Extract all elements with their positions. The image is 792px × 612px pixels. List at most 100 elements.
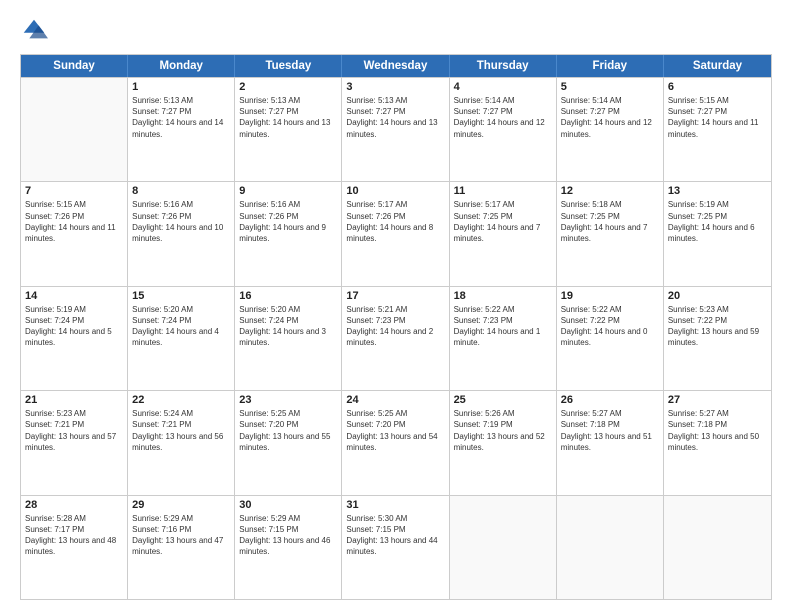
cell-info: Sunrise: 5:16 AMSunset: 7:26 PMDaylight:… <box>132 199 230 244</box>
cell-day-number: 29 <box>132 499 230 511</box>
table-row: 20 Sunrise: 5:23 AMSunset: 7:22 PMDayligh… <box>664 287 771 390</box>
table-row: 16 Sunrise: 5:20 AMSunset: 7:24 PMDayligh… <box>235 287 342 390</box>
cell-day-number: 13 <box>668 185 767 197</box>
cell-info: Sunrise: 5:19 AMSunset: 7:25 PMDaylight:… <box>668 199 767 244</box>
calendar: SundayMondayTuesdayWednesdayThursdayFrid… <box>20 54 772 600</box>
cell-day-number: 17 <box>346 290 444 302</box>
calendar-body: 1 Sunrise: 5:13 AMSunset: 7:27 PMDaylight… <box>21 77 771 599</box>
cell-day-number: 12 <box>561 185 659 197</box>
cell-info: Sunrise: 5:29 AMSunset: 7:16 PMDaylight:… <box>132 513 230 558</box>
cell-day-number: 25 <box>454 394 552 406</box>
table-row: 8Sunrise: 5:16 AMSunset: 7:26 PMDaylight… <box>128 182 235 285</box>
page: SundayMondayTuesdayWednesdayThursdayFrid… <box>0 0 792 612</box>
cell-info: Sunrise: 5:29 AMSunset: 7:15 PMDaylight:… <box>239 513 337 558</box>
cell-day-number: 31 <box>346 499 444 511</box>
table-row: 26Sunrise: 5:27 AMSunset: 7:18 PMDayligh… <box>557 391 664 494</box>
table-row: 6 Sunrise: 5:15 AMSunset: 7:27 PMDaylight… <box>664 78 771 181</box>
calendar-week-2: 7Sunrise: 5:15 AMSunset: 7:26 PMDaylight… <box>21 181 771 285</box>
table-row <box>450 496 557 599</box>
cell-info: Sunrise: 5:13 AMSunset: 7:27 PMDaylight:… <box>239 95 337 140</box>
cell-info: Sunrise: 5:17 AMSunset: 7:26 PMDaylight:… <box>346 199 444 244</box>
table-row: 11 Sunrise: 5:17 AMSunset: 7:25 PMDayligh… <box>450 182 557 285</box>
cell-day-number: 5 <box>561 81 659 93</box>
calendar-week-3: 14 Sunrise: 5:19 AMSunset: 7:24 PMDayligh… <box>21 286 771 390</box>
cell-day-number: 16 <box>239 290 337 302</box>
calendar-week-5: 28 Sunrise: 5:28 AMSunset: 7:17 PMDayligh… <box>21 495 771 599</box>
logo-icon <box>20 16 48 44</box>
cell-day-number: 26 <box>561 394 659 406</box>
cell-day-number: 6 <box>668 81 767 93</box>
cell-info: Sunrise: 5:14 AMSunset: 7:27 PMDaylight:… <box>561 95 659 140</box>
cell-day-number: 23 <box>239 394 337 406</box>
table-row: 31 Sunrise: 5:30 AMSunset: 7:15 PMDayligh… <box>342 496 449 599</box>
table-row: 7Sunrise: 5:15 AMSunset: 7:26 PMDaylight… <box>21 182 128 285</box>
cell-info: Sunrise: 5:20 AMSunset: 7:24 PMDaylight:… <box>132 304 230 349</box>
table-row: 28 Sunrise: 5:28 AMSunset: 7:17 PMDayligh… <box>21 496 128 599</box>
table-row <box>557 496 664 599</box>
cell-day-number: 11 <box>454 185 552 197</box>
table-row: 25 Sunrise: 5:26 AMSunset: 7:19 PMDayligh… <box>450 391 557 494</box>
table-row: 12 Sunrise: 5:18 AMSunset: 7:25 PMDayligh… <box>557 182 664 285</box>
cell-info: Sunrise: 5:16 AMSunset: 7:26 PMDaylight:… <box>239 199 337 244</box>
table-row: 10 Sunrise: 5:17 AMSunset: 7:26 PMDayligh… <box>342 182 449 285</box>
logo <box>20 16 52 44</box>
cell-info: Sunrise: 5:23 AMSunset: 7:22 PMDaylight:… <box>668 304 767 349</box>
cell-info: Sunrise: 5:20 AMSunset: 7:24 PMDaylight:… <box>239 304 337 349</box>
table-row: 3Sunrise: 5:13 AMSunset: 7:27 PMDaylight… <box>342 78 449 181</box>
cell-day-number: 27 <box>668 394 767 406</box>
cell-day-number: 4 <box>454 81 552 93</box>
header-day-saturday: Saturday <box>664 55 771 77</box>
cell-day-number: 2 <box>239 81 337 93</box>
cell-info: Sunrise: 5:25 AMSunset: 7:20 PMDaylight:… <box>239 408 337 453</box>
cell-day-number: 30 <box>239 499 337 511</box>
cell-info: Sunrise: 5:15 AMSunset: 7:27 PMDaylight:… <box>668 95 767 140</box>
table-row: 19 Sunrise: 5:22 AMSunset: 7:22 PMDayligh… <box>557 287 664 390</box>
cell-day-number: 9 <box>239 185 337 197</box>
table-row <box>21 78 128 181</box>
table-row: 22Sunrise: 5:24 AMSunset: 7:21 PMDayligh… <box>128 391 235 494</box>
cell-day-number: 19 <box>561 290 659 302</box>
cell-info: Sunrise: 5:14 AMSunset: 7:27 PMDaylight:… <box>454 95 552 140</box>
cell-day-number: 14 <box>25 290 123 302</box>
table-row: 15 Sunrise: 5:20 AMSunset: 7:24 PMDayligh… <box>128 287 235 390</box>
cell-info: Sunrise: 5:21 AMSunset: 7:23 PMDaylight:… <box>346 304 444 349</box>
cell-info: Sunrise: 5:17 AMSunset: 7:25 PMDaylight:… <box>454 199 552 244</box>
cell-info: Sunrise: 5:22 AMSunset: 7:23 PMDaylight:… <box>454 304 552 349</box>
cell-info: Sunrise: 5:13 AMSunset: 7:27 PMDaylight:… <box>132 95 230 140</box>
cell-day-number: 7 <box>25 185 123 197</box>
table-row: 13 Sunrise: 5:19 AMSunset: 7:25 PMDayligh… <box>664 182 771 285</box>
cell-day-number: 28 <box>25 499 123 511</box>
table-row: 30 Sunrise: 5:29 AMSunset: 7:15 PMDayligh… <box>235 496 342 599</box>
cell-day-number: 10 <box>346 185 444 197</box>
header-day-monday: Monday <box>128 55 235 77</box>
cell-day-number: 3 <box>346 81 444 93</box>
table-row: 14 Sunrise: 5:19 AMSunset: 7:24 PMDayligh… <box>21 287 128 390</box>
cell-day-number: 18 <box>454 290 552 302</box>
table-row: 4 Sunrise: 5:14 AMSunset: 7:27 PMDaylight… <box>450 78 557 181</box>
cell-info: Sunrise: 5:30 AMSunset: 7:15 PMDaylight:… <box>346 513 444 558</box>
table-row: 27Sunrise: 5:27 AMSunset: 7:18 PMDayligh… <box>664 391 771 494</box>
cell-info: Sunrise: 5:26 AMSunset: 7:19 PMDaylight:… <box>454 408 552 453</box>
table-row: 18 Sunrise: 5:22 AMSunset: 7:23 PMDayligh… <box>450 287 557 390</box>
header-day-sunday: Sunday <box>21 55 128 77</box>
cell-info: Sunrise: 5:24 AMSunset: 7:21 PMDaylight:… <box>132 408 230 453</box>
header-day-thursday: Thursday <box>450 55 557 77</box>
cell-day-number: 21 <box>25 394 123 406</box>
table-row: 17 Sunrise: 5:21 AMSunset: 7:23 PMDayligh… <box>342 287 449 390</box>
table-row: 1 Sunrise: 5:13 AMSunset: 7:27 PMDaylight… <box>128 78 235 181</box>
table-row: 24Sunrise: 5:25 AMSunset: 7:20 PMDayligh… <box>342 391 449 494</box>
table-row: 21Sunrise: 5:23 AMSunset: 7:21 PMDayligh… <box>21 391 128 494</box>
cell-day-number: 20 <box>668 290 767 302</box>
header-day-friday: Friday <box>557 55 664 77</box>
cell-info: Sunrise: 5:19 AMSunset: 7:24 PMDaylight:… <box>25 304 123 349</box>
table-row: 2 Sunrise: 5:13 AMSunset: 7:27 PMDaylight… <box>235 78 342 181</box>
cell-day-number: 15 <box>132 290 230 302</box>
table-row: 5 Sunrise: 5:14 AMSunset: 7:27 PMDaylight… <box>557 78 664 181</box>
calendar-week-1: 1 Sunrise: 5:13 AMSunset: 7:27 PMDaylight… <box>21 77 771 181</box>
table-row <box>664 496 771 599</box>
table-row: 23 Sunrise: 5:25 AMSunset: 7:20 PMDayligh… <box>235 391 342 494</box>
cell-day-number: 1 <box>132 81 230 93</box>
cell-info: Sunrise: 5:18 AMSunset: 7:25 PMDaylight:… <box>561 199 659 244</box>
cell-info: Sunrise: 5:28 AMSunset: 7:17 PMDaylight:… <box>25 513 123 558</box>
cell-info: Sunrise: 5:22 AMSunset: 7:22 PMDaylight:… <box>561 304 659 349</box>
